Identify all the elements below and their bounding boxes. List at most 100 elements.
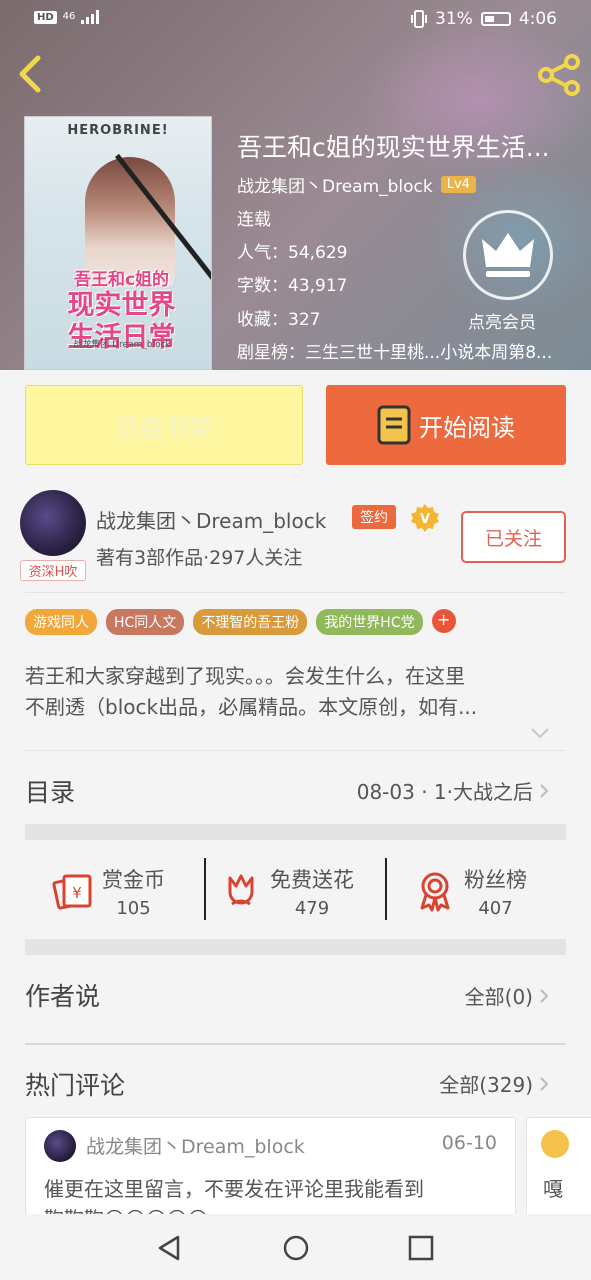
svg-text:¥: ¥ <box>72 884 82 902</box>
back-arrow-icon[interactable] <box>14 54 46 94</box>
verified-v-letter: V <box>420 512 430 527</box>
book-author[interactable]: 战龙集团丶Dream_block <box>237 172 433 197</box>
share-icon[interactable] <box>536 54 582 96</box>
divider <box>25 592 566 593</box>
word-count-label: 字数： <box>237 276 288 296</box>
status-left: HD 46 <box>34 10 100 24</box>
author-says-count: 全部(0) <box>464 985 533 1009</box>
signal-icon <box>81 10 100 24</box>
hot-comments-all[interactable]: 全部(329) <box>439 1069 549 1098</box>
book-title: 吾王和c姐的现实世界生活... <box>237 133 550 162</box>
hot-comments-count: 全部(329) <box>439 1073 533 1097</box>
rank-label: 剧星榜： <box>237 343 305 363</box>
battery-percent: 31% <box>435 9 473 29</box>
comment-line: 催更在这里留言，不要发在评论里我能看到 <box>44 1177 424 1201</box>
clock: 4:06 <box>518 9 557 29</box>
section-separator <box>25 824 566 840</box>
reward-coins-text: 赏金币 105 <box>102 864 165 919</box>
description-line: 若王和大家穿越到了现实。。。会发生什么，在这里 <box>25 664 465 688</box>
divider <box>25 1043 566 1045</box>
verified-v-icon: V <box>411 504 439 532</box>
section-separator <box>25 939 566 955</box>
start-reading-label: 开始阅读 <box>419 413 515 442</box>
comment-text: 嘎 <box>543 1177 563 1201</box>
battery-icon <box>480 12 511 26</box>
stat-separator <box>385 858 387 920</box>
author-says-all[interactable]: 全部(0) <box>465 981 549 1010</box>
nav-home-icon[interactable] <box>282 1234 310 1262</box>
book-cover[interactable]: HEROBRINE! 吾王和c姐的 现实世界 生活日常 战龙集团 Dream_b… <box>24 116 212 370</box>
comment-date: 06-10 <box>441 1132 497 1154</box>
red-envelope-icon: ¥ <box>52 874 92 910</box>
author-says-title[interactable]: 作者说 <box>25 977 100 1013</box>
level-badge: Lv4 <box>440 176 476 193</box>
vip-crown-button[interactable] <box>463 210 553 300</box>
word-count-value: 43,917 <box>288 276 348 296</box>
start-reading-button[interactable]: 开始阅读 <box>326 385 566 465</box>
tag-chip[interactable]: HC同人文 <box>106 609 185 635</box>
reward-coins-stat[interactable]: ¥ 赏金币 105 <box>52 858 165 924</box>
stat-label: 粉丝榜 <box>464 867 527 892</box>
rank-row[interactable]: 剧星榜：三生三世十里桃...小说本周第8... <box>237 338 587 363</box>
popularity-value: 54,629 <box>288 243 348 263</box>
catalog-latest-chapter: 08-03 · 1·大战之后 <box>356 780 533 804</box>
content-panel <box>0 478 591 1218</box>
stat-label: 免费送花 <box>270 867 354 892</box>
popularity-row: 人气：54,629 <box>237 238 347 263</box>
vibrate-icon <box>411 10 428 28</box>
crown-icon <box>482 233 534 277</box>
tag-chip[interactable]: 我的世界HC党 <box>316 609 423 635</box>
nav-back-icon[interactable] <box>156 1234 184 1262</box>
stat-value: 479 <box>294 897 330 919</box>
popularity-label: 人气： <box>237 243 288 263</box>
stat-separator <box>204 858 206 920</box>
favorites-label: 收藏： <box>237 310 288 330</box>
tag-chip[interactable]: 不理智的吾王粉 <box>193 609 308 635</box>
book-author-row: 战龙集团丶Dream_block Lv4 <box>237 172 476 197</box>
favorites-value: 327 <box>288 310 321 330</box>
fan-ranking-stat[interactable]: 粉丝榜 407 <box>414 858 527 924</box>
tag-chip[interactable]: 游戏同人 <box>25 609 97 635</box>
cover-title-line1: 吾王和c姐的 <box>73 270 170 290</box>
cover-top-text: HEROBRINE! <box>67 123 169 138</box>
stat-value: 105 <box>116 897 151 919</box>
author-name[interactable]: 战龙集团丶Dream_block <box>96 505 326 534</box>
divider <box>25 750 566 751</box>
flower-icon <box>228 874 254 906</box>
expand-chevron-icon[interactable] <box>530 726 550 740</box>
tag-list: 游戏同人 HC同人文 不理智的吾王粉 我的世界HC党 + <box>25 609 456 635</box>
author-meta: 著有3部作品·297人关注 <box>96 547 303 569</box>
system-nav-bar <box>0 1214 591 1280</box>
stat-value: 407 <box>478 897 513 919</box>
catalog-latest[interactable]: 08-03 · 1·大战之后 <box>357 776 549 805</box>
vip-label[interactable]: 点亮会员 <box>468 308 536 333</box>
favorites-row: 收藏：327 <box>237 305 320 330</box>
description-line: 不剧透（block出品，必属精品。本文原创，如有... <box>25 695 478 719</box>
hd-icon: HD <box>34 10 57 24</box>
comment-user[interactable]: 战龙集团丶Dream_block <box>86 1132 305 1159</box>
book-description[interactable]: 若王和大家穿越到了现实。。。会发生什么，在这里 不剧透（block出品，必属精品… <box>25 661 565 723</box>
comment-avatar[interactable] <box>44 1130 76 1162</box>
cover-title-line2: 现实世界 <box>67 290 176 321</box>
chevron-right-icon <box>540 988 549 1003</box>
comment-avatar[interactable] <box>541 1130 569 1158</box>
free-flower-stat[interactable]: 免费送花 479 <box>220 858 354 924</box>
signed-badge: 签约 <box>352 505 396 529</box>
nav-recents-icon[interactable] <box>407 1234 435 1262</box>
word-count-row: 字数：43,917 <box>237 271 347 296</box>
status-right: 31% 4:06 <box>411 9 557 29</box>
rank-text: 三生三世十里桃...小说本周第8... <box>305 343 553 363</box>
followed-button[interactable]: 已关注 <box>461 511 566 563</box>
fan-ranking-text: 粉丝榜 407 <box>464 864 527 919</box>
medal-icon <box>420 872 450 912</box>
more-tags-button[interactable]: + <box>431 609 456 633</box>
stat-label: 赏金币 <box>102 867 165 892</box>
author-avatar[interactable] <box>20 490 86 556</box>
in-shelf-button[interactable]: 已在书架 <box>25 385 303 465</box>
network-label: 46 <box>62 11 76 22</box>
catalog-title[interactable]: 目录 <box>25 773 75 809</box>
book-status: 连载 <box>237 210 271 230</box>
status-bar: HD 46 31% 4:06 <box>0 0 591 40</box>
chevron-right-icon <box>540 1076 549 1091</box>
hot-comments-title: 热门评论 <box>25 1071 126 1100</box>
